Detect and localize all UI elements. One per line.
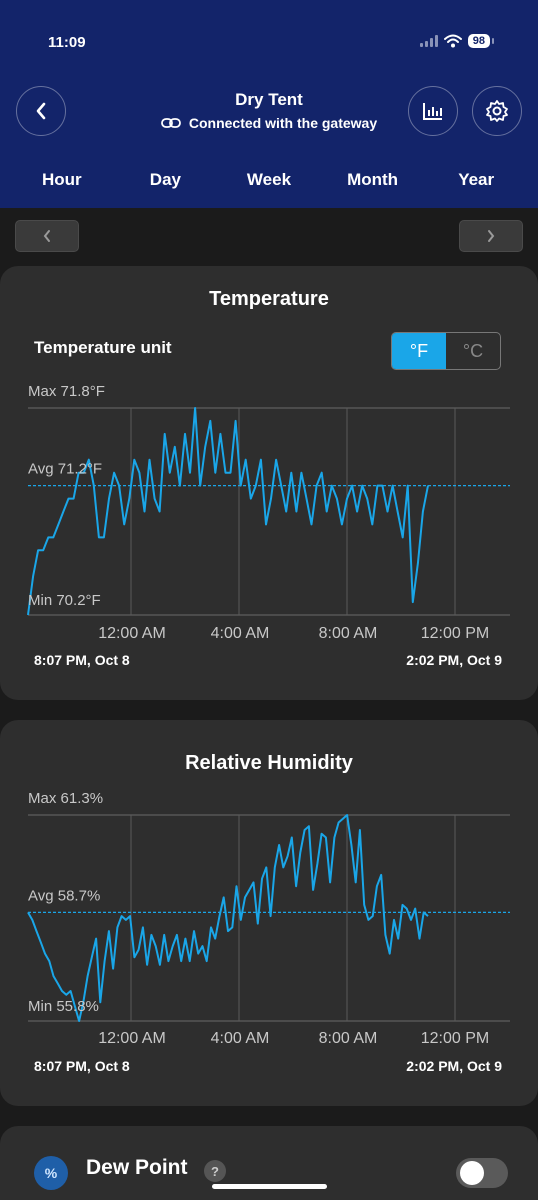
- settings-button[interactable]: [472, 86, 522, 136]
- humidity-x-tick-label: 8:00 AM: [319, 1030, 378, 1047]
- chart-view-button[interactable]: [408, 86, 458, 136]
- temperature-x-tick-label: 12:00 AM: [98, 625, 166, 642]
- tab-month[interactable]: Month: [323, 170, 423, 190]
- humidity-range-start: 8:07 PM, Oct 8: [34, 1058, 130, 1074]
- humidity-x-tick-label: 4:00 AM: [211, 1030, 270, 1047]
- humidity-x-tick-label: 12:00 AM: [98, 1030, 166, 1047]
- humidity-x-tick-label: 12:00 PM: [421, 1030, 489, 1047]
- temperature-x-tick-label: 8:00 AM: [319, 625, 378, 642]
- chevron-right-icon: [488, 230, 495, 242]
- humidity-range-end: 2:02 PM, Oct 9: [406, 1058, 502, 1074]
- gear-icon: [486, 100, 508, 122]
- humidity-min-label: Min 55.8%: [28, 998, 99, 1015]
- battery-indicator: 98: [467, 34, 495, 48]
- temperature-x-tick-label: 12:00 PM: [421, 625, 489, 642]
- temperature-max-label: Max 71.8°F: [28, 383, 105, 400]
- previous-period-button[interactable]: [15, 220, 79, 252]
- link-icon: [160, 118, 181, 128]
- bar-chart-icon: [423, 103, 442, 120]
- connection-status-text: Connected with the gateway: [188, 115, 378, 131]
- temperature-range-start: 8:07 PM, Oct 8: [34, 652, 130, 668]
- period-navigation: [0, 208, 538, 266]
- help-icon[interactable]: ?: [204, 1160, 226, 1182]
- humidity-max-label: Max 61.3%: [28, 790, 103, 807]
- temperature-range-end: 2:02 PM, Oct 9: [406, 652, 502, 668]
- time-range-tabs: Hour Day Week Month Year: [0, 160, 538, 200]
- tab-day[interactable]: Day: [115, 170, 215, 190]
- humidity-series-line: [27, 814, 429, 1022]
- status-time: 11:09: [48, 34, 86, 51]
- humidity-card: Relative Humidity Max 61.3% Avg 58.7% Min …: [0, 720, 538, 1106]
- dew-point-title: Dew Point: [86, 1156, 188, 1179]
- temperature-series-line: [27, 407, 429, 616]
- home-indicator: [212, 1184, 327, 1189]
- dew-point-toggle[interactable]: [456, 1158, 508, 1188]
- humidity-avg-label: Avg 58.7%: [28, 887, 100, 904]
- temperature-card: Temperature Temperature unit °F °C Max 7…: [0, 266, 538, 700]
- signal-icon: [419, 35, 438, 47]
- connection-status: Connected with the gateway: [0, 115, 538, 131]
- temperature-avg-label: Avg 71.2°F: [28, 461, 102, 478]
- status-bar: 11:09 98: [0, 0, 538, 80]
- temperature-min-label: Min 70.2°F: [28, 592, 101, 609]
- tab-week[interactable]: Week: [219, 170, 319, 190]
- chevron-left-icon: [43, 230, 50, 242]
- dew-point-icon: %: [34, 1156, 68, 1190]
- app-header: 11:09 98 Dry Tent Connected with the gat…: [0, 0, 538, 208]
- temperature-chart: Max 71.8°F Avg 71.2°F Min 70.2°F 12:00 AM 4:…: [27, 383, 510, 642]
- tab-hour[interactable]: Hour: [12, 170, 112, 190]
- temperature-x-tick-label: 4:00 AM: [211, 625, 270, 642]
- tab-year[interactable]: Year: [426, 170, 526, 190]
- humidity-chart: Max 61.3% Avg 58.7% Min 55.8% 12:00 AM 4:00 …: [27, 790, 510, 1047]
- next-period-button[interactable]: [459, 220, 523, 252]
- wifi-icon: [443, 34, 462, 48]
- status-icons: 98: [419, 34, 495, 48]
